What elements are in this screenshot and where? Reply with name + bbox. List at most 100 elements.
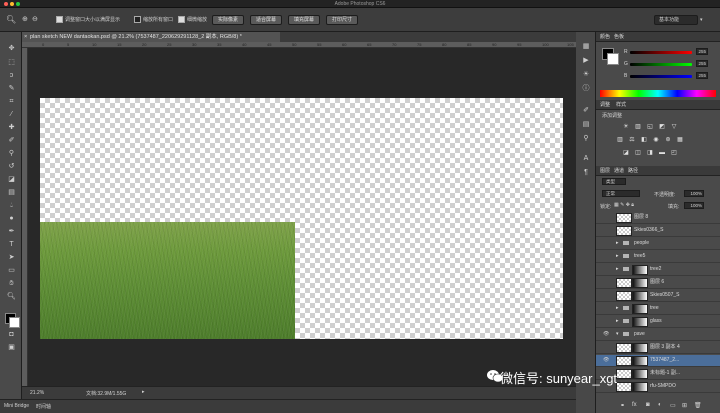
layer-row[interactable]: ▸ tree [596,303,720,315]
background-color-swatch[interactable] [9,317,20,328]
expand-arrow-icon[interactable]: ▸ [616,264,619,275]
expand-arrow-icon[interactable]: ▸ [616,303,619,314]
brush-panel-icon[interactable]: ▤ [581,120,591,130]
eraser-tool-icon[interactable]: ◪ [7,175,16,184]
vibrance-icon[interactable]: ▽ [670,124,678,131]
new-group-icon[interactable]: ▭ [670,402,676,409]
close-icon[interactable]: × [24,32,27,42]
layer-row[interactable]: 图层 8 [596,212,720,224]
curves-icon[interactable]: ◱ [646,124,654,131]
brush-tool-icon[interactable]: ✐ [7,136,16,145]
layer-mask-thumbnail[interactable] [632,343,648,353]
history-brush-tool-icon[interactable]: ↺ [7,162,16,171]
expand-arrow-icon[interactable]: ▸ [616,251,619,262]
workspace-select[interactable]: 基本功能 [654,15,698,25]
crop-tool-icon[interactable]: ⌗ [7,97,16,106]
layer-mask-thumbnail[interactable] [632,356,648,366]
quick-select-tool-icon[interactable]: ✎ [7,84,16,93]
blue-value[interactable]: 255 [696,72,708,79]
red-value[interactable]: 255 [696,48,708,55]
type-tool-icon[interactable]: T [7,240,16,249]
zoom-out-icon[interactable]: ⊖ [32,15,38,25]
checkbox-icon[interactable] [178,16,185,24]
tab-swatches[interactable]: 色板 [614,33,624,40]
dodge-tool-icon[interactable]: ● [7,214,16,223]
fit-screen-button[interactable]: 适合屏幕 [250,15,282,25]
layer-mask-thumbnail[interactable] [632,304,648,314]
layer-row[interactable]: ▸ glass [596,316,720,328]
add-mask-icon[interactable]: ◙ [646,402,650,408]
delete-layer-icon[interactable]: 🗑︎ [694,402,702,409]
paragraph-icon[interactable]: ¶ [581,168,591,178]
layer-mask-thumbnail[interactable] [632,382,648,392]
gradient-tool-icon[interactable]: ▤ [7,188,16,197]
canvas-area[interactable] [28,48,576,386]
eye-icon[interactable]: 👁︎ [603,355,609,366]
layer-row[interactable]: 图层 3 副本 4 [596,342,720,354]
zoom-all-option[interactable]: 缩放所有窗口 [134,15,173,25]
brightness-icon[interactable]: ☀ [622,124,630,131]
character-icon[interactable]: A [581,154,591,164]
expand-arrow-icon[interactable]: ▸ [616,238,619,249]
hue-sat-icon[interactable]: ▥ [616,137,624,144]
print-size-button[interactable]: 打印尺寸 [326,15,358,25]
resize-windows-option[interactable]: 调整窗口大小以满屏显示 [56,15,120,25]
checkbox-icon[interactable] [134,16,141,24]
expand-arrow-icon[interactable]: ▸ [616,316,619,327]
info-icon[interactable]: ⓘ [581,84,591,94]
zoom-in-icon[interactable]: ⊕ [22,15,28,25]
pen-tool-icon[interactable]: ✒ [7,227,16,236]
layer-row[interactable]: ▸ people [596,238,720,250]
actions-icon[interactable]: ▶ [581,56,591,66]
color-lookup-icon[interactable]: ▦ [676,137,684,144]
layer-mask-thumbnail[interactable] [632,369,648,379]
lasso-tool-icon[interactable]: ↄ [7,71,16,80]
blur-tool-icon[interactable]: 💧︎ [7,201,16,210]
tab-paths[interactable]: 路径 [628,167,638,174]
layer-filter-select[interactable]: 类型 [602,178,626,185]
scrubby-zoom-option[interactable]: 细微缩放 [178,15,207,25]
healing-brush-tool-icon[interactable]: ✚ [7,123,16,132]
layer-row[interactable]: Skies0507_S [596,290,720,302]
eyedropper-tool-icon[interactable]: ⁄ [7,110,16,119]
layer-mask-thumbnail[interactable] [632,265,648,275]
layer-row[interactable]: Skies0366_S [596,225,720,237]
quick-mask-icon[interactable]: ◘ [7,330,16,339]
doc-size-info[interactable]: 文档:32.9M/1.55G [86,390,126,397]
clone-stamp-tool-icon[interactable]: ⚲ [7,149,16,158]
tab-layers[interactable]: 图层 [600,167,610,174]
fill-value[interactable]: 100% [684,202,704,209]
channel-mixer-icon[interactable]: ⊛ [664,137,672,144]
red-slider[interactable] [630,51,692,54]
layer-row[interactable]: ▸ tree2 [596,264,720,276]
zoom-tool-icon[interactable]: 🔍︎ [6,15,16,25]
layer-style-icon[interactable]: fx [632,402,637,408]
layer-row[interactable]: 👁︎ ▾ pave [596,329,720,341]
status-arrow-icon[interactable]: ▸ [142,389,145,395]
green-value[interactable]: 255 [696,60,708,67]
lock-icons[interactable]: ▦ ✎ ✥ 🔒︎ [614,202,634,208]
layer-mask-thumbnail[interactable] [632,291,648,301]
timeline-tab[interactable]: 时间轴 [36,403,51,410]
zoom-tool-icon[interactable]: 🔍︎ [7,292,16,301]
clone-source-icon[interactable]: ⚲ [581,134,591,144]
shape-tool-icon[interactable]: ▭ [7,266,16,275]
layer-row[interactable]: 图层 6 [596,277,720,289]
selective-color-icon[interactable]: ◰ [670,150,678,157]
layer-row[interactable]: ▸ tree5 [596,251,720,263]
new-layer-icon[interactable]: ⊞ [682,402,687,409]
chevron-down-icon[interactable]: ▾ [700,15,703,25]
color-spectrum[interactable] [600,90,716,97]
document-canvas[interactable] [40,98,563,339]
history-icon[interactable]: ▦ [581,42,591,52]
exposure-icon[interactable]: ◩ [658,124,666,131]
threshold-icon[interactable]: ◨ [646,150,654,157]
move-tool-icon[interactable]: ✥ [7,44,16,53]
tab-adjustments[interactable]: 调整 [600,101,610,108]
posterize-icon[interactable]: ◫ [634,150,642,157]
layer-mask-thumbnail[interactable] [632,278,648,288]
new-adjustment-icon[interactable]: ◐ [658,402,662,408]
path-select-tool-icon[interactable]: ➤ [7,253,16,262]
layer-mask-thumbnail[interactable] [632,317,648,327]
green-slider[interactable] [630,63,692,66]
